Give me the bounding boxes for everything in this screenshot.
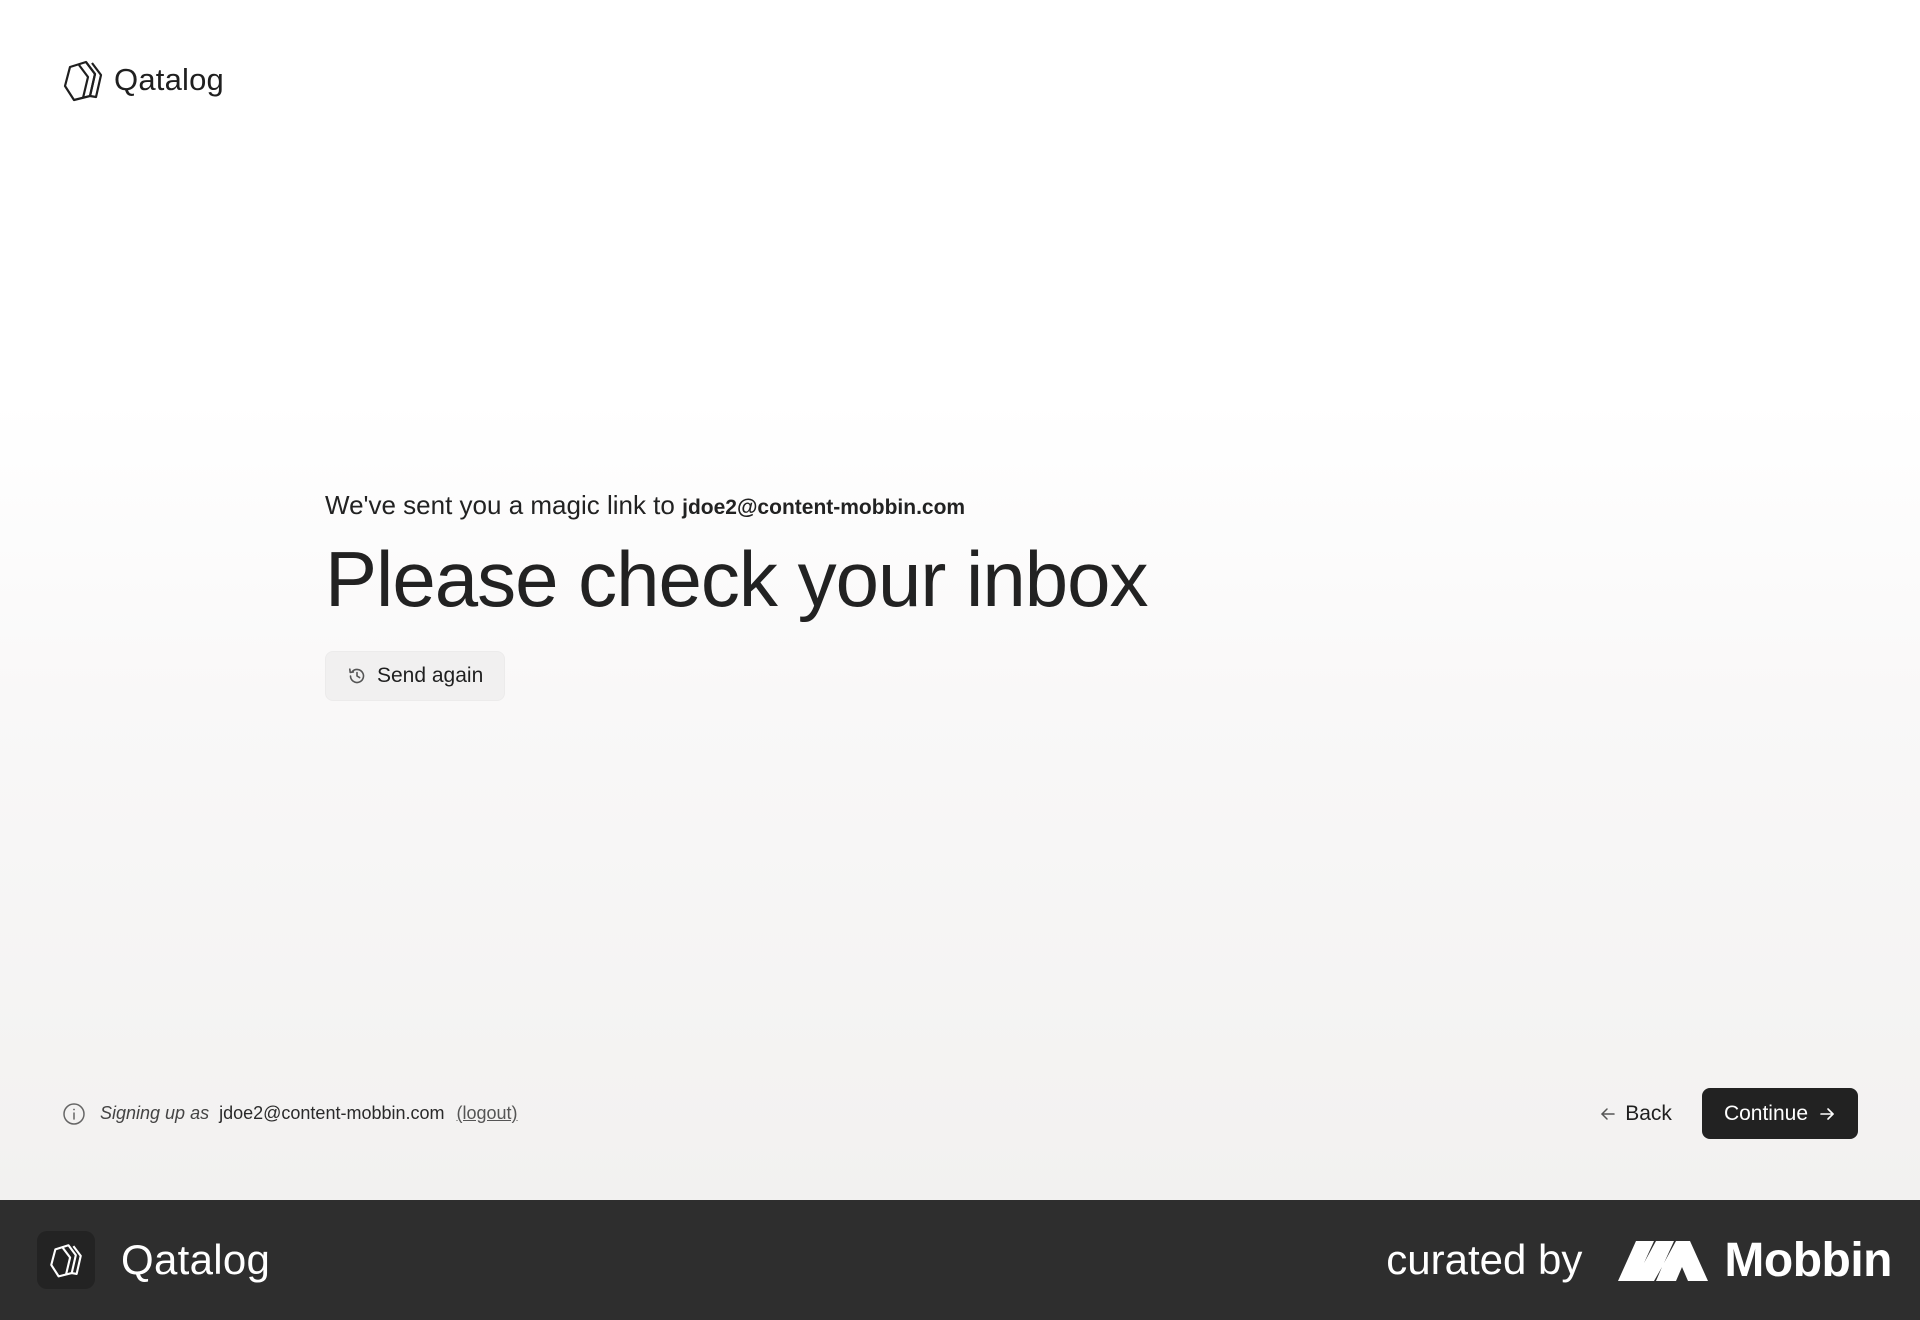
app-attribution: Qatalog (37, 1231, 270, 1289)
qatalog-logo-icon (50, 1244, 82, 1278)
curated-by-label: curated by (1386, 1236, 1583, 1283)
curator-name: Mobbin (1724, 1233, 1892, 1287)
history-icon (349, 668, 365, 684)
send-again-button[interactable]: Send again (325, 650, 506, 701)
subtitle: We've sent you a magic link to jdoe2@con… (325, 490, 1147, 521)
curator-attribution: curated by Mobbin (1386, 1233, 1892, 1288)
mobbin-logo: Mobbin (1618, 1233, 1892, 1288)
info-icon (63, 1102, 85, 1125)
back-label: Back (1625, 1101, 1672, 1125)
footer-row: Signing up as jdoe2@content-mobbin.com (… (62, 1088, 1858, 1139)
back-button[interactable]: Back (1599, 1102, 1672, 1126)
arrow-right-icon (1820, 1107, 1834, 1120)
brand-header[interactable]: Qatalog (62, 58, 224, 102)
signup-label: Signing up as (100, 1103, 210, 1123)
app-icon (37, 1231, 95, 1289)
attribution-bar: Qatalog curated by Mobbin (0, 1200, 1920, 1320)
mobbin-logo-icon (1618, 1241, 1709, 1281)
continue-label: Continue (1723, 1101, 1808, 1125)
brand-name: Qatalog (114, 62, 224, 97)
signup-email: jdoe2@content-mobbin.com (219, 1103, 445, 1123)
subtitle-email: jdoe2@content-mobbin.com (682, 496, 966, 519)
qatalog-logo-icon (63, 60, 103, 102)
main-content: We've sent you a magic link to jdoe2@con… (325, 490, 1148, 701)
arrow-left-icon (1601, 1107, 1615, 1120)
subtitle-prefix: We've sent you a magic link to (325, 490, 675, 520)
send-again-label: Send again (377, 663, 484, 687)
signup-status: Signing up as jdoe2@content-mobbin.com (… (62, 1102, 518, 1126)
logout-link[interactable]: (logout) (457, 1103, 518, 1124)
page-background: Qatalog We've sent you a magic link to j… (0, 0, 1920, 1200)
page-title: Please check your inbox (325, 535, 1148, 623)
app-name: Qatalog (121, 1236, 271, 1283)
navigation-actions: Back Continue (1599, 1088, 1858, 1139)
continue-button[interactable]: Continue (1701, 1088, 1858, 1139)
